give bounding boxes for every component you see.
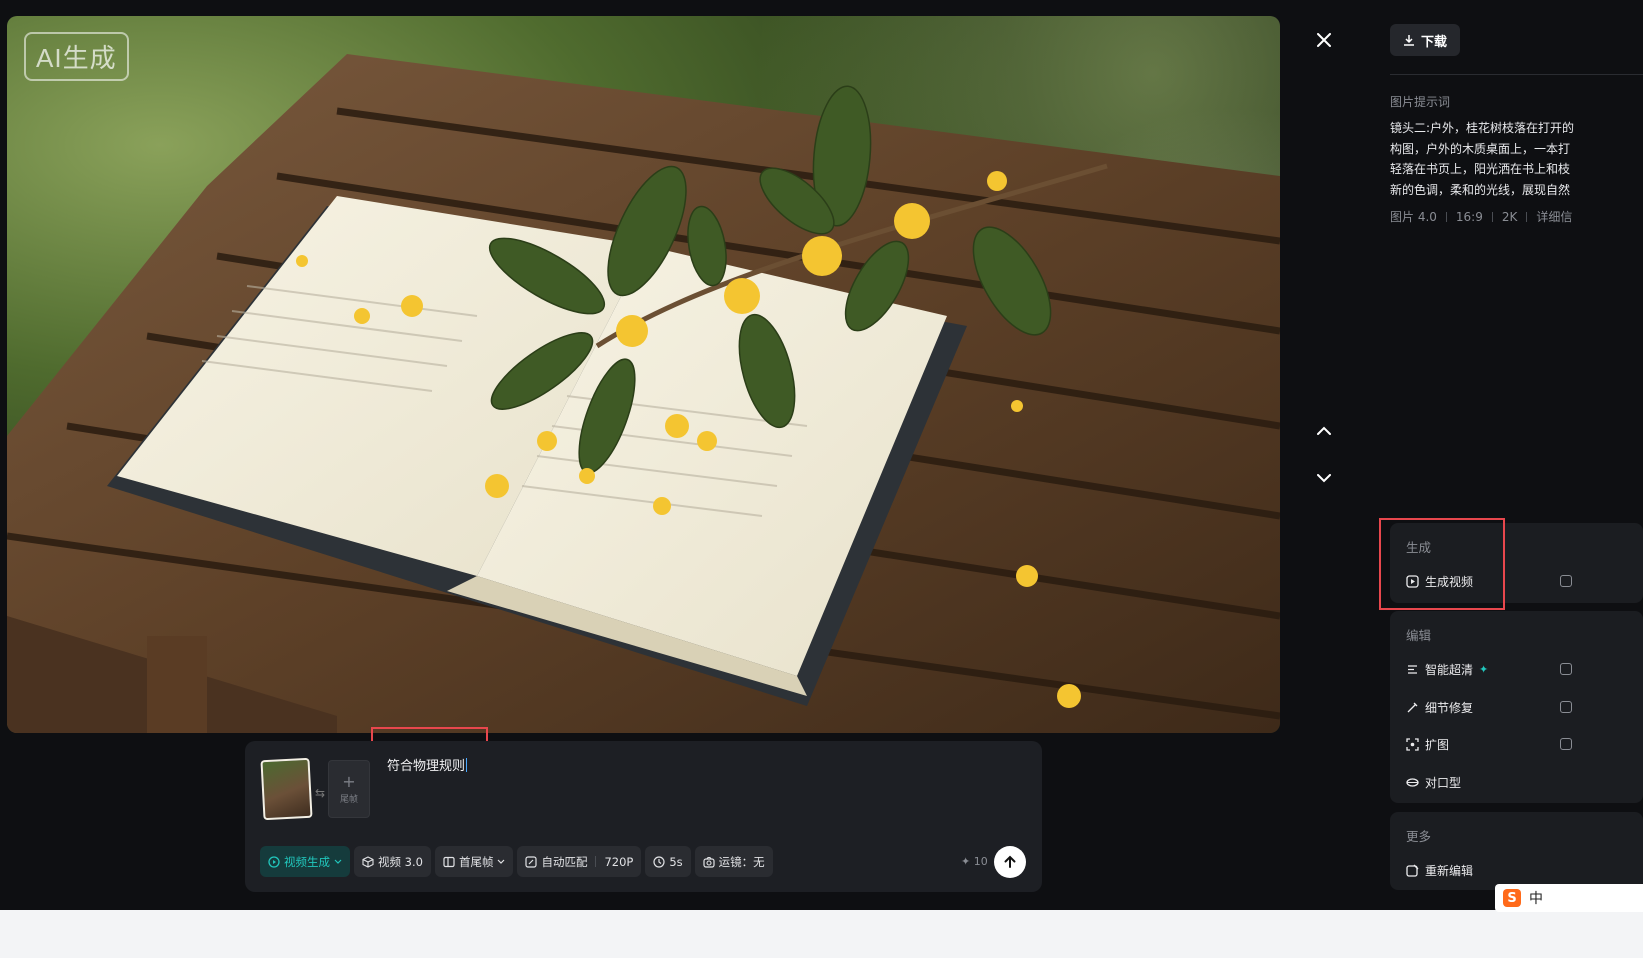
arrow-up-icon <box>1004 855 1016 868</box>
prompt-title: 图片提示词 <box>1390 95 1451 109</box>
image-meta: 图片 4.0 16:9 2K 详细信 <box>1390 208 1572 225</box>
end-frame-upload[interactable]: + 尾帧 <box>328 760 370 818</box>
highlight-generate-box <box>1379 518 1505 610</box>
expand-icon <box>1406 738 1419 751</box>
credit-cost-value: 10 <box>973 855 988 868</box>
input-method-indicator[interactable]: S 中 <box>1495 884 1643 912</box>
camera-icon <box>703 856 715 868</box>
sogou-logo-icon: S <box>1503 889 1521 907</box>
detail-repair-label: 细节修复 <box>1425 701 1474 715</box>
tool-icon[interactable] <box>1560 663 1572 675</box>
tool-icon[interactable] <box>1560 738 1572 750</box>
prompt-composer: ⇆ + 尾帧 符合物理规则 视频生成 视频 3.0 首尾帧 自动匹配 720P … <box>245 741 1042 892</box>
model-label: 视频 3.0 <box>378 854 423 869</box>
aspect-ratio-icon <box>525 855 538 868</box>
download-icon <box>1404 35 1414 46</box>
cube-icon <box>362 855 374 868</box>
camera-move-label: 运镜：无 <box>718 854 765 869</box>
re-edit-label: 重新编辑 <box>1425 864 1474 878</box>
camera-move-select[interactable]: 运镜：无 <box>694 846 773 877</box>
divider <box>1390 74 1643 75</box>
wand-icon <box>1407 702 1418 713</box>
lip-sync-label: 对口型 <box>1425 776 1462 790</box>
chevron-down-icon <box>1317 473 1331 482</box>
chevron-down-icon <box>334 859 342 864</box>
chevron-down-icon <box>498 859 505 864</box>
frames-select[interactable]: 首尾帧 <box>434 846 514 877</box>
tool-icon[interactable] <box>1560 701 1572 713</box>
edit-card: 编辑 智能超清 ✦ 细节修复 扩图 对口型 <box>1390 611 1643 803</box>
meta-details-link[interactable]: 详细信 <box>1536 208 1572 225</box>
previous-image-button[interactable] <box>1310 416 1338 444</box>
smart-upscale-button[interactable]: 智能超清 ✦ <box>1406 661 1488 678</box>
frames-label: 首尾帧 <box>458 854 494 869</box>
re-edit-button[interactable]: 重新编辑 <box>1406 862 1473 879</box>
re-edit-icon <box>1406 864 1419 877</box>
frames-icon <box>443 856 455 867</box>
os-taskbar-strip <box>0 910 1643 958</box>
close-icon <box>1317 33 1331 47</box>
sparkle-icon: ✦ <box>1479 663 1489 676</box>
generation-options: 视频生成 视频 3.0 首尾帧 自动匹配 720P 5s 运镜：无 <box>260 846 773 877</box>
outpaint-button[interactable]: 扩图 <box>1406 736 1449 753</box>
adjust-icon[interactable] <box>1560 575 1572 587</box>
model-select[interactable]: 视频 3.0 <box>354 846 431 877</box>
edit-title: 编辑 <box>1406 628 1432 643</box>
image-scene <box>7 54 1280 733</box>
download-label: 下载 <box>1421 34 1448 50</box>
ai-generated-badge: AI生成 <box>24 32 129 81</box>
close-button[interactable] <box>1310 26 1338 54</box>
send-button[interactable] <box>994 846 1026 878</box>
swap-frames-icon[interactable]: ⇆ <box>315 786 325 800</box>
hd-icon <box>1408 665 1417 674</box>
more-title: 更多 <box>1406 829 1432 844</box>
details-panel: 下载 图片提示词 镜头二:户外，桂花树枝落在打开的 构图，户外的木质桌面上，一本… <box>1390 0 1643 958</box>
start-frame-thumbnail[interactable] <box>260 757 313 821</box>
credit-cost: ✦ 10 <box>961 855 988 868</box>
mode-label: 视频生成 <box>284 854 330 869</box>
detail-repair-button[interactable]: 细节修复 <box>1406 699 1473 716</box>
ime-language: 中 <box>1529 891 1543 907</box>
outpaint-label: 扩图 <box>1425 738 1450 752</box>
meta-ratio: 16:9 <box>1455 209 1483 224</box>
generated-image[interactable]: AI生成 <box>7 16 1280 733</box>
end-frame-label: 尾帧 <box>339 794 358 805</box>
lip-sync-button[interactable]: 对口型 <box>1406 774 1461 791</box>
next-image-button[interactable] <box>1310 464 1338 492</box>
chevron-up-icon <box>1317 426 1331 435</box>
resolution-label: 720P <box>604 854 634 869</box>
more-card: 更多 重新编辑 <box>1390 812 1643 890</box>
video-mode-icon <box>268 855 280 868</box>
meta-resolution: 2K <box>1501 209 1518 224</box>
prompt-text: 镜头二:户外，桂花树枝落在打开的 构图，户外的木质桌面上，一本打 轻落在书页上，… <box>1390 121 1575 197</box>
download-button[interactable]: 下载 <box>1390 24 1461 56</box>
clock-icon <box>653 855 665 868</box>
text-caret <box>466 758 468 772</box>
ratio-resolution-select[interactable]: 自动匹配 720P <box>517 846 642 877</box>
mode-select[interactable]: 视频生成 <box>260 846 350 877</box>
prompt-input[interactable]: 符合物理规则 <box>387 755 468 774</box>
prompt-input-text: 符合物理规则 <box>387 759 466 774</box>
ratio-label: 自动匹配 <box>541 854 588 869</box>
lip-icon <box>1406 778 1419 787</box>
duration-select[interactable]: 5s <box>645 846 691 877</box>
plus-icon: + <box>342 771 356 791</box>
meta-model: 图片 4.0 <box>1390 210 1437 224</box>
smart-upscale-label: 智能超清 <box>1425 663 1474 677</box>
duration-label: 5s <box>669 854 683 869</box>
